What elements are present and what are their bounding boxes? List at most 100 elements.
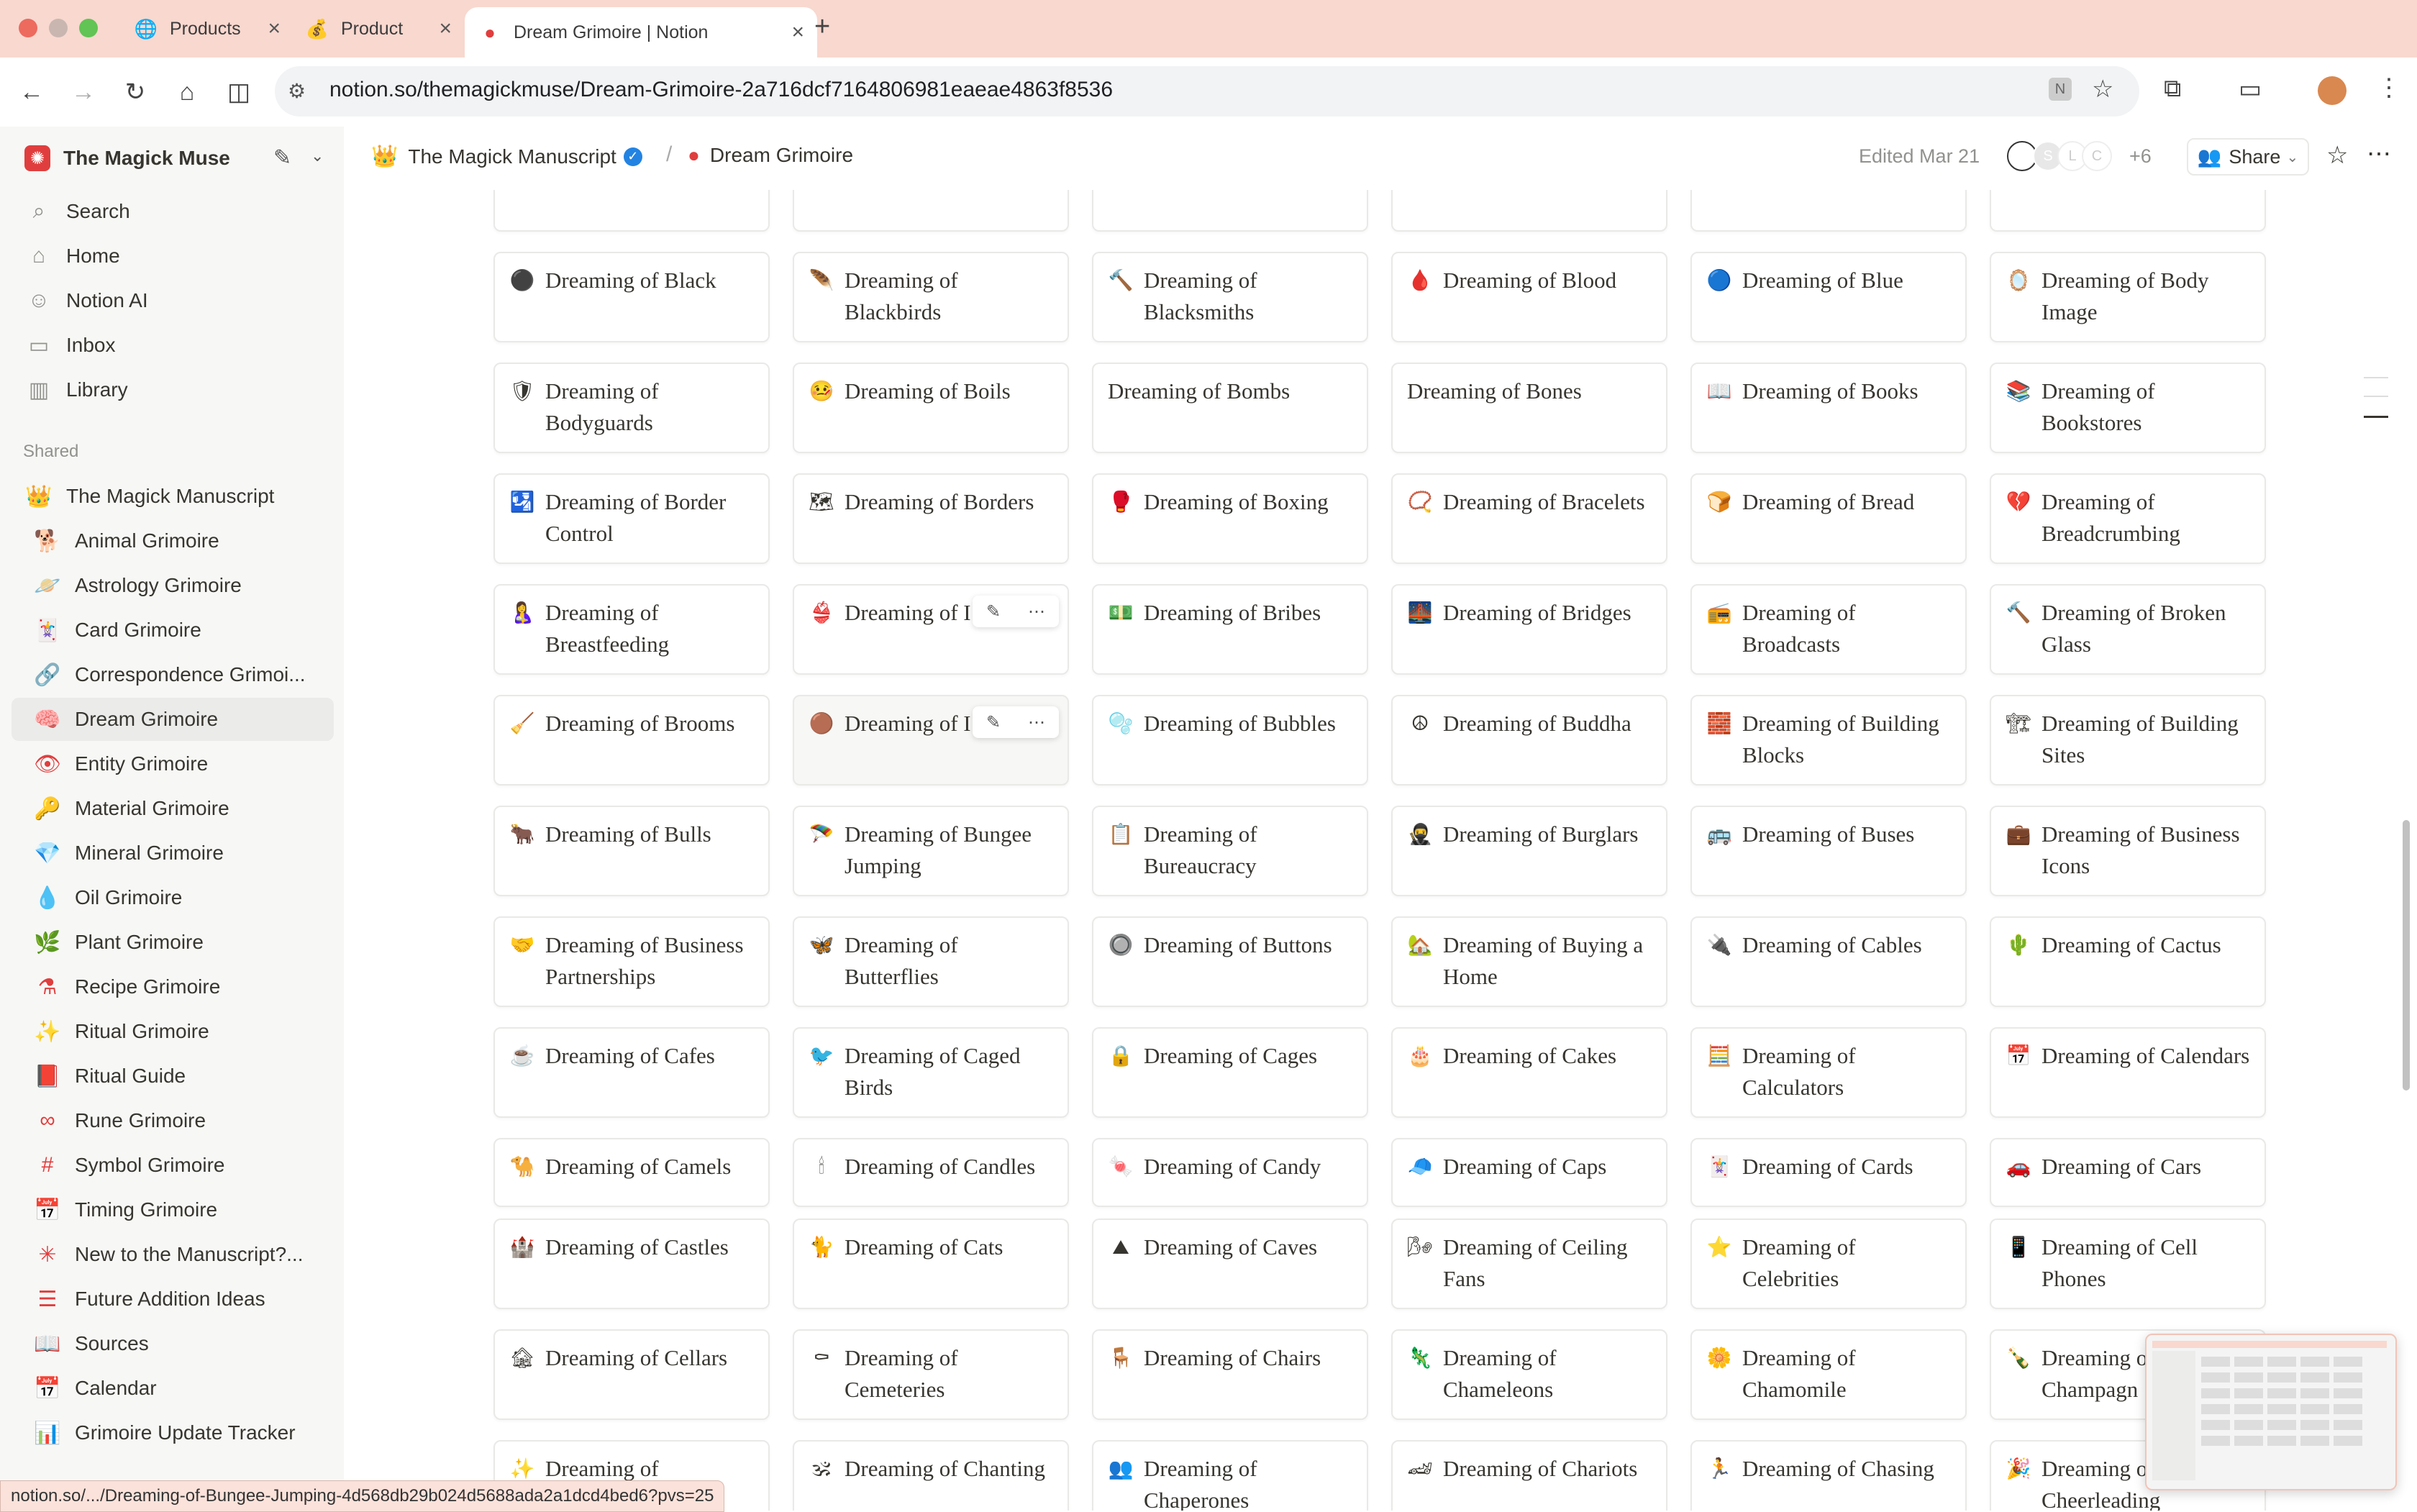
gallery-card[interactable]: Breaks: [1092, 190, 1368, 232]
sidebar-item-library[interactable]: ▥ Library: [12, 368, 334, 411]
gallery-card[interactable]: 🍬 Dreaming of Candy: [1092, 1138, 1368, 1207]
gallery-card[interactable]: 👥 Dreaming of Chaperones: [1092, 1440, 1368, 1511]
avatar[interactable]: C: [2082, 141, 2112, 171]
sidebar-item-symbol-grimoire[interactable]: # Symbol Grimoire: [12, 1144, 334, 1187]
gallery-card[interactable]: 🦎 Dreaming of Chameleons: [1391, 1329, 1667, 1420]
toc-indicator-active[interactable]: [2364, 416, 2388, 418]
forward-arrow-icon[interactable]: →: [66, 75, 101, 109]
gallery-card[interactable]: 🌼 Dreaming of Chamomile: [1690, 1329, 1967, 1420]
bookmark-star-icon[interactable]: ☆: [2092, 75, 2113, 104]
sidebar-item-entity-grimoire[interactable]: 👁 Entity Grimoire: [12, 742, 334, 785]
close-tab-icon[interactable]: ×: [268, 17, 281, 41]
sidebar-item-rune-grimoire[interactable]: ∞ Rune Grimoire: [12, 1099, 334, 1142]
gallery-card[interactable]: 🧮 Dreaming of Calculators: [1690, 1027, 1967, 1118]
split-view-icon[interactable]: ◫: [222, 75, 256, 109]
more-options-icon[interactable]: ⋯: [1028, 712, 1045, 733]
gallery-card[interactable]: 📚 Dreaming of Bookstores: [1990, 363, 2266, 453]
gallery-card[interactable]: 🔨 Dreaming of Broken Glass: [1990, 584, 2266, 675]
gallery-card[interactable]: 🎂 Dreaming of Cakes: [1391, 1027, 1667, 1118]
gallery-card[interactable]: 🚌 Dreaming of Buses: [1690, 806, 1967, 896]
sidebar-item-notion-ai[interactable]: ☺ Notion AI: [12, 279, 334, 322]
gallery-card[interactable]: 🔘 Dreaming of Buttons: [1092, 916, 1368, 1007]
reload-icon[interactable]: ↻: [118, 75, 153, 109]
gallery-card[interactable]: Bereavement: [493, 190, 770, 232]
gallery-card[interactable]: Parents: [1690, 190, 1967, 232]
gallery-card[interactable]: 💼 Dreaming of Business Icons: [1990, 806, 2266, 896]
gallery-card[interactable]: 🟤 Dreaming of I ✎ ⋯: [793, 695, 1069, 785]
close-window-button[interactable]: [19, 19, 37, 37]
gallery-card[interactable]: 🛡 Dreaming of Bodyguards: [493, 363, 770, 453]
sidebar-item-sources[interactable]: 📖 Sources: [12, 1322, 334, 1365]
notion-extension-icon[interactable]: N: [2049, 78, 2072, 101]
edit-icon[interactable]: ✎: [986, 601, 1001, 622]
sidebar-item-ritual-grimoire[interactable]: ✨ Ritual Grimoire: [12, 1010, 334, 1053]
gallery-card[interactable]: 🔵 Dreaming of Blue: [1690, 252, 1967, 342]
minimize-window-button[interactable]: [49, 19, 68, 37]
close-tab-icon[interactable]: ×: [439, 17, 452, 41]
gallery-card[interactable]: 🧹 Dreaming of Brooms: [493, 695, 770, 785]
gallery-card[interactable]: ⚫ Dreaming of Black: [493, 252, 770, 342]
more-collaborators-count[interactable]: +6: [2129, 145, 2152, 168]
gallery-card[interactable]: ⛰ Dreaming of Caves: [1092, 1219, 1368, 1309]
sidebar-item-astrology-grimoire[interactable]: 🪐 Astrology Grimoire: [12, 564, 334, 607]
gallery-card[interactable]: 🐈 Dreaming of Cats: [793, 1219, 1069, 1309]
back-arrow-icon[interactable]: ←: [14, 75, 49, 109]
cast-icon[interactable]: ▭: [2239, 75, 2262, 104]
sidebar-item-inbox[interactable]: ▭ Inbox: [12, 324, 334, 367]
gallery-card[interactable]: 🌵 Dreaming of Cactus: [1990, 916, 2266, 1007]
close-tab-icon[interactable]: ×: [791, 20, 804, 45]
sidebar-item-new-to-manuscript[interactable]: ✳ New to the Manuscript?...: [12, 1233, 334, 1276]
maximize-window-button[interactable]: [79, 19, 98, 37]
toc-indicator[interactable]: [2364, 396, 2388, 397]
gallery-card[interactable]: 🃏 Dreaming of Cards: [1690, 1138, 1967, 1207]
new-tab-icon[interactable]: +: [814, 12, 830, 42]
gallery-card[interactable]: 🩸 Dreaming of Blood: [1391, 252, 1667, 342]
sidebar-item-card-grimoire[interactable]: 🃏 Card Grimoire: [12, 609, 334, 652]
gallery-card[interactable]: ☕ Dreaming of Cafes: [493, 1027, 770, 1118]
gallery-card[interactable]: 🥊 Dreaming of Boxing: [1092, 473, 1368, 564]
sidebar-item-search[interactable]: ⌕ Search: [12, 190, 334, 233]
sidebar-item-material-grimoire[interactable]: 🔑 Material Grimoire: [12, 787, 334, 830]
gallery-card[interactable]: Dreaming of Bombs: [1092, 363, 1368, 453]
sidebar-item-oil-grimoire[interactable]: 💧 Oil Grimoire: [12, 876, 334, 919]
home-icon[interactable]: ⌂: [170, 75, 204, 109]
gallery-card[interactable]: 🗺 Dreaming of Borders: [793, 473, 1069, 564]
gallery-card[interactable]: 🛂 Dreaming of Border Control: [493, 473, 770, 564]
sidebar-item-mineral-grimoire[interactable]: 💎 Mineral Grimoire: [12, 832, 334, 875]
browser-tab-products[interactable]: 🌐 Products ×: [122, 7, 293, 50]
gallery-card[interactable]: 👙 Dreaming of I ✎ ⋯: [793, 584, 1069, 675]
gallery-card[interactable]: 🏗 Dreaming of Building Sites: [1990, 695, 2266, 785]
sidebar-item-home[interactable]: ⌂ Home: [12, 234, 334, 278]
gallery-card[interactable]: 🤱 Dreaming of Breastfeeding: [493, 584, 770, 675]
gallery-card[interactable]: 🕉 Dreaming of Chanting: [793, 1440, 1069, 1511]
gallery-card[interactable]: 🌬 Dreaming of Ceiling Fans: [1391, 1219, 1667, 1309]
gallery-card[interactable]: 🪶 Dreaming of Blackbirds: [793, 252, 1069, 342]
gallery-card[interactable]: Dreaming of Bones: [1391, 363, 1667, 453]
gallery-card[interactable]: 🤝 Dreaming of Business Partnerships: [493, 916, 770, 1007]
gallery-card[interactable]: ☮ Dreaming of Buddha: [1391, 695, 1667, 785]
breadcrumb-dream-grimoire[interactable]: ● Dream Grimoire: [688, 144, 853, 167]
card-hover-toolbar[interactable]: ✎ ⋯: [973, 596, 1059, 627]
gallery-card[interactable]: 🐂 Dreaming of Bulls: [493, 806, 770, 896]
chevron-down-icon[interactable]: ⌄: [311, 147, 324, 165]
gallery-card[interactable]: 🚗 Dreaming of Cars: [1990, 1138, 2266, 1207]
gallery-card[interactable]: 🦋 Dreaming of Butterflies: [793, 916, 1069, 1007]
url-text[interactable]: notion.so/themagickmuse/Dream-Grimoire-2…: [329, 78, 1113, 102]
gallery-card[interactable]: 💔 Dreaming of Breadcrumbing: [1990, 473, 2266, 564]
gallery-card[interactable]: 🏎 Dreaming of Chariots: [1391, 1440, 1667, 1511]
gallery-card[interactable]: Birthdays: [1990, 190, 2266, 232]
gallery-card[interactable]: 🔌 Dreaming of Cables: [1690, 916, 1967, 1007]
gallery-card[interactable]: ⚰ Dreaming of Cemeteries: [793, 1329, 1069, 1420]
gallery-card[interactable]: 📱 Dreaming of Cell Phones: [1990, 1219, 2266, 1309]
gallery-card[interactable]: 🐪 Dreaming of Camels: [493, 1138, 770, 1207]
sidebar-item-correspondence-grimoire[interactable]: 🔗 Correspondence Grimoi...: [12, 653, 334, 696]
site-info-icon[interactable]: ⚙: [288, 79, 306, 103]
browser-menu-icon[interactable]: ⋮: [2377, 73, 2401, 102]
sidebar-item-animal-grimoire[interactable]: 🐕 Animal Grimoire: [12, 519, 334, 563]
gallery-card[interactable]: 🪞 Dreaming of Body Image: [1990, 252, 2266, 342]
sidebar-item-timing-grimoire[interactable]: 📅 Timing Grimoire: [12, 1188, 334, 1231]
browser-tab-product[interactable]: 💰 Product ×: [293, 7, 465, 50]
share-button[interactable]: 👥 Share ⌄: [2187, 138, 2309, 176]
gallery-card[interactable]: 🐦 Dreaming of Caged Birds: [793, 1027, 1069, 1118]
edit-icon[interactable]: ✎: [986, 712, 1001, 733]
